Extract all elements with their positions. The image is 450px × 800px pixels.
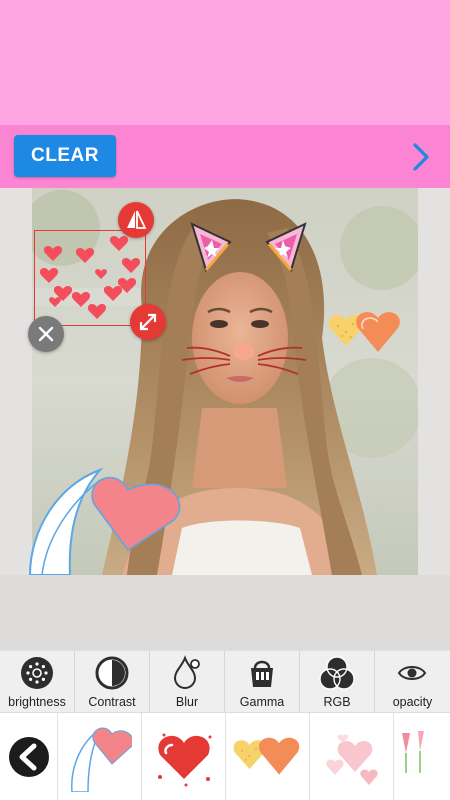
top-banner [0, 0, 450, 125]
editor-canvas [0, 188, 450, 575]
next-button[interactable] [404, 139, 438, 175]
tulips-sticker[interactable] [394, 713, 434, 800]
flip-handle[interactable] [118, 202, 154, 238]
tulips-thumb [402, 731, 424, 773]
resize-arrows-icon [139, 313, 157, 331]
empty-area [0, 575, 450, 650]
tool-contrast[interactable]: Contrast [75, 651, 150, 713]
two-hearts-thumb [232, 737, 299, 775]
brightness-icon [21, 657, 53, 689]
heart-swoosh-placed-sticker[interactable] [28, 460, 188, 575]
adjustment-toolbar: brightness Contrast Blur Gamma RGB opaci… [0, 650, 450, 713]
tool-gamma[interactable]: Gamma [225, 651, 300, 713]
red-heart-sticker[interactable] [142, 713, 226, 800]
faded-hearts-sticker[interactable] [310, 713, 394, 800]
gamma-icon [251, 660, 273, 687]
two-hearts-placed-sticker[interactable] [326, 308, 406, 358]
close-icon [38, 326, 54, 342]
tool-label: brightness [8, 695, 66, 709]
tool-label: RGB [323, 695, 351, 709]
two-hearts-sticker[interactable] [226, 713, 310, 800]
chevron-right-icon [413, 143, 429, 171]
opacity-icon [398, 666, 427, 680]
tool-blur[interactable]: Blur [150, 651, 225, 713]
delete-handle[interactable] [28, 316, 64, 352]
faded-hearts-thumb [325, 734, 378, 785]
contrast-icon [95, 656, 129, 690]
sticker-picker [0, 712, 450, 800]
heart-swoosh-thumb [70, 727, 132, 792]
tool-label: Blur [175, 695, 199, 709]
action-bar: CLEAR [0, 125, 450, 188]
rgb-icon [319, 656, 355, 690]
clear-button[interactable]: CLEAR [14, 135, 116, 177]
flip-icon [127, 210, 147, 229]
heart-swoosh-sticker[interactable] [58, 713, 142, 800]
tool-opacity[interactable]: opacity [375, 651, 450, 713]
back-button[interactable] [0, 713, 58, 800]
tool-label: Contrast [88, 695, 136, 709]
tool-rgb[interactable]: RGB [300, 651, 375, 713]
tool-label: opacity [392, 695, 433, 709]
tool-brightness[interactable]: brightness [0, 651, 75, 713]
hearts-cluster-sticker [39, 236, 141, 319]
blur-icon [173, 655, 200, 689]
back-arrow-icon [8, 737, 49, 777]
selected-sticker[interactable] [34, 230, 146, 326]
cat-ears-sticker[interactable] [186, 222, 311, 282]
tool-label: Gamma [239, 695, 285, 709]
red-heart-thumb [157, 733, 211, 787]
resize-handle[interactable] [130, 304, 166, 340]
